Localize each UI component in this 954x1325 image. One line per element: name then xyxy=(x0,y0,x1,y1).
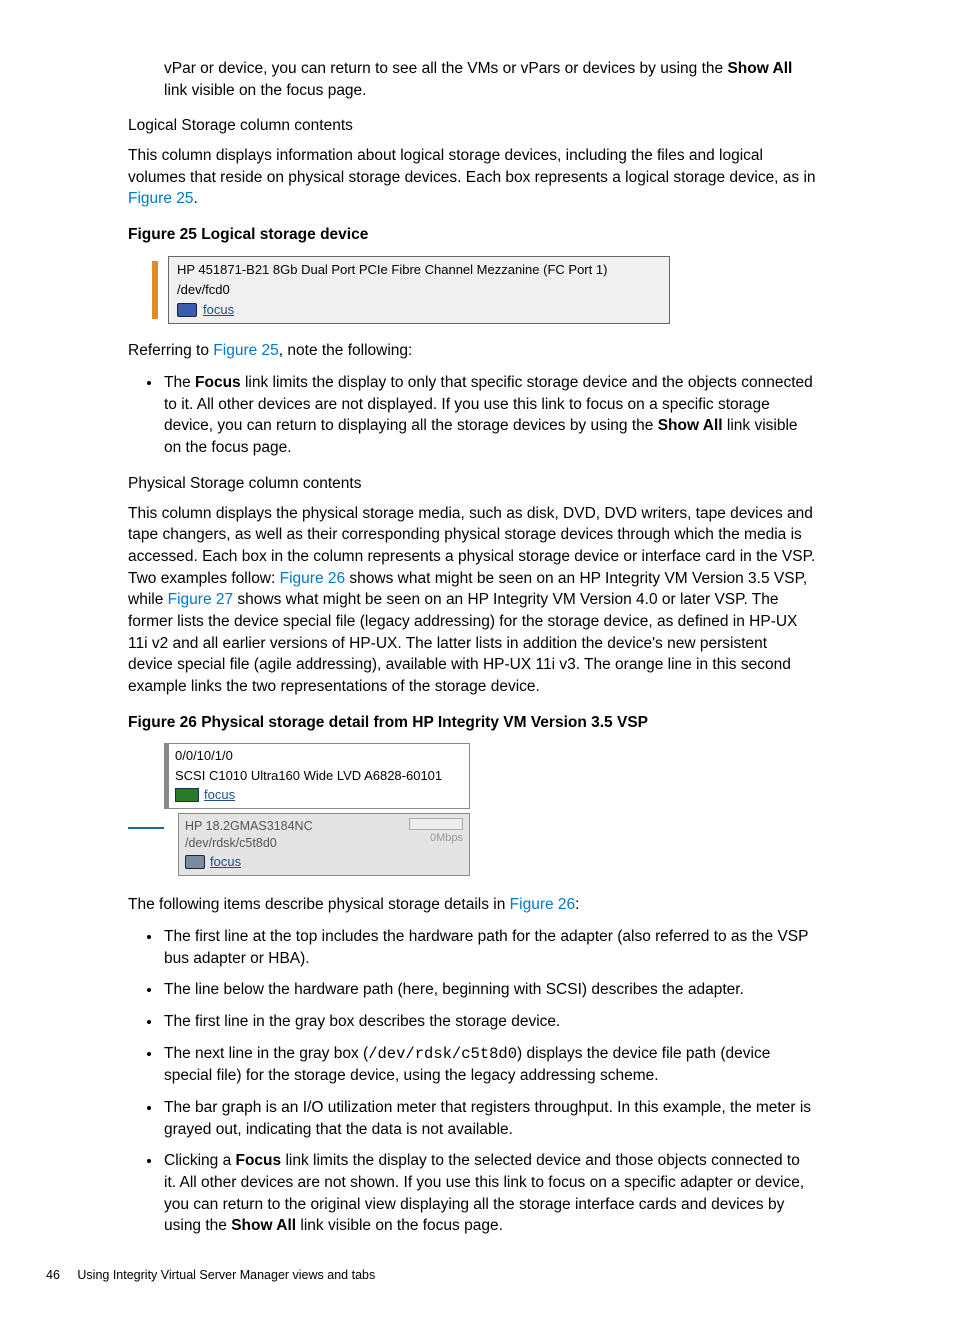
fig26-focus2-link[interactable]: focus xyxy=(210,853,241,871)
disk-icon xyxy=(177,303,197,317)
b26-6bold1: Focus xyxy=(236,1152,282,1169)
fig26-focus1-link[interactable]: focus xyxy=(204,786,235,804)
bullets-25: The Focus link limits the display to onl… xyxy=(128,372,816,459)
ref26-link[interactable]: Figure 26 xyxy=(510,896,575,913)
b25-1a: The xyxy=(164,374,195,391)
ref26-a: The following items describe physical st… xyxy=(128,896,510,913)
bullet-26-6: Clicking a Focus link limits the display… xyxy=(162,1150,816,1237)
disk-icon xyxy=(185,855,205,869)
figure-26-device-box: 0Mbps HP 18.2GMAS3184NC /dev/rdsk/c5t8d0… xyxy=(178,813,470,876)
ref26-b: : xyxy=(575,896,579,913)
ref26-paragraph: The following items describe physical st… xyxy=(128,894,816,916)
fig25-line1: HP 451871-B21 8Gb Dual Port PCIe Fibre C… xyxy=(177,261,661,279)
physical-heading: Physical Storage column contents xyxy=(128,473,816,495)
b26-6c: link visible on the focus page. xyxy=(296,1217,503,1234)
b26-4a: The next line in the gray box ( xyxy=(164,1045,368,1062)
figure-25-box: HP 451871-B21 8Gb Dual Port PCIe Fibre C… xyxy=(168,256,670,325)
logical-paragraph: This column displays information about l… xyxy=(128,145,816,210)
figure-25-connector xyxy=(152,261,158,319)
b25-1bold2: Show All xyxy=(658,417,723,434)
figure-26-title: Figure 26 Physical storage detail from H… xyxy=(128,712,816,734)
logical-p-link[interactable]: Figure 25 xyxy=(128,190,193,207)
ref25-link[interactable]: Figure 25 xyxy=(213,342,278,359)
intro-bold: Show All xyxy=(727,60,792,77)
b26-6a: Clicking a xyxy=(164,1152,236,1169)
bullet-26-1: The first line at the top includes the h… xyxy=(162,926,816,969)
fig25-line2: /dev/fcd0 xyxy=(177,281,661,299)
page-number: 46 xyxy=(46,1267,60,1285)
phys-link1[interactable]: Figure 26 xyxy=(280,570,345,587)
intro-paragraph: vPar or device, you can return to see al… xyxy=(164,58,816,101)
figure-26-connector xyxy=(128,827,164,829)
bullets-26: The first line at the top includes the h… xyxy=(128,926,816,1237)
ref25-a: Referring to xyxy=(128,342,213,359)
page-footer: 46 Using Integrity Virtual Server Manage… xyxy=(46,1267,816,1285)
bullet-26-2: The line below the hardware path (here, … xyxy=(162,979,816,1001)
bullet-26-4: The next line in the gray box (/dev/rdsk… xyxy=(162,1043,816,1087)
phys-link2[interactable]: Figure 27 xyxy=(168,591,233,608)
figure-25: HP 451871-B21 8Gb Dual Port PCIe Fibre C… xyxy=(152,256,816,325)
intro-a: vPar or device, you can return to see al… xyxy=(164,60,727,77)
b26-6bold2: Show All xyxy=(231,1217,296,1234)
adapter-card-icon xyxy=(175,788,199,802)
ref25-paragraph: Referring to Figure 25, note the followi… xyxy=(128,340,816,362)
bullet-26-3: The first line in the gray box describes… xyxy=(162,1011,816,1033)
fig25-focus-link[interactable]: focus xyxy=(203,301,234,319)
b25-1bold1: Focus xyxy=(195,374,241,391)
figure-25-title: Figure 25 Logical storage device xyxy=(128,224,816,246)
fig26-adapter: SCSI C1010 Ultra160 Wide LVD A6828-60101 xyxy=(175,767,463,785)
logical-p-a: This column displays information about l… xyxy=(128,147,816,186)
b26-4code: /dev/rdsk/c5t8d0 xyxy=(368,1045,517,1063)
ref25-b: , note the following: xyxy=(279,342,413,359)
logical-heading: Logical Storage column contents xyxy=(128,115,816,137)
figure-26-adapter-box: 0/0/10/1/0 SCSI C1010 Ultra160 Wide LVD … xyxy=(164,743,470,809)
fig26-hwpath: 0/0/10/1/0 xyxy=(175,747,463,765)
physical-paragraph: This column displays the physical storag… xyxy=(128,503,816,698)
bullet-26-5: The bar graph is an I/O utilization mete… xyxy=(162,1097,816,1140)
logical-p-end: . xyxy=(193,190,197,207)
bullet-25-1: The Focus link limits the display to onl… xyxy=(162,372,816,459)
figure-26: 0/0/10/1/0 SCSI C1010 Ultra160 Wide LVD … xyxy=(128,743,816,876)
footer-text: Using Integrity Virtual Server Manager v… xyxy=(77,1268,375,1282)
io-meter-bar xyxy=(409,818,463,830)
io-meter-label: 0Mbps xyxy=(409,831,463,846)
io-meter: 0Mbps xyxy=(409,818,463,846)
intro-c: link visible on the focus page. xyxy=(164,82,366,99)
